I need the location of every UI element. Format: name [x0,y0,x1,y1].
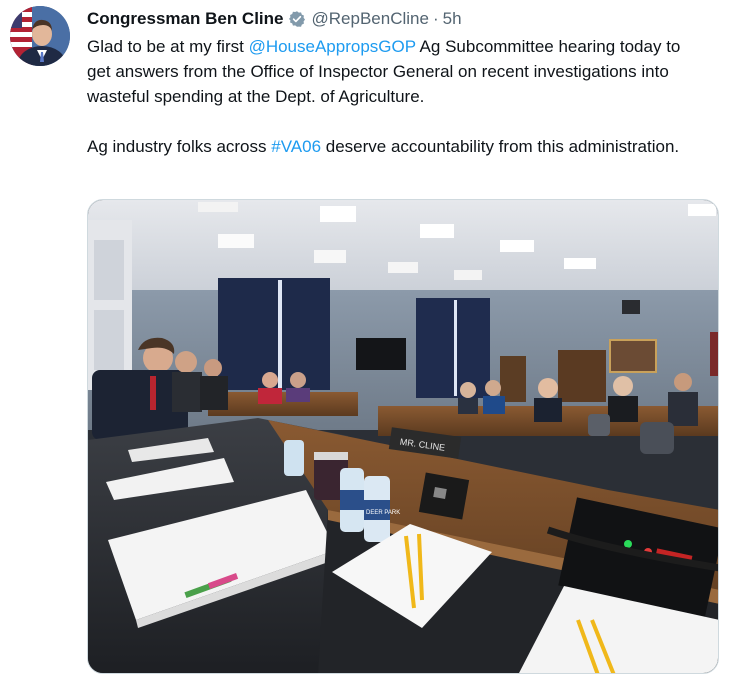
chair [588,414,610,436]
text-segment: deserve accountability from this adminis… [321,137,680,156]
author-handle[interactable]: @RepBenCline [312,8,429,30]
curtain-light [278,280,282,390]
ceiling-light [218,234,254,248]
ceiling-light [320,206,356,222]
text-segment: Ag industry folks across [87,137,272,156]
wall-panel [94,310,124,370]
painting [609,339,657,373]
mic-light-green [624,540,632,548]
ceiling-light [420,224,454,238]
tweet-paragraph-2: Ag industry folks across #VA06 deserve a… [87,134,707,159]
author-name[interactable]: Congressman Ben Cline [87,8,284,30]
mention-link[interactable]: @HouseAppropsGOP [249,37,416,56]
ceiling-light [198,202,238,212]
chair [640,422,674,454]
ceiling-light [388,262,418,273]
tweet-paragraph-1: Glad to be at my first @HouseAppropsGOP … [87,34,707,109]
ceiling-light [564,258,596,269]
bookcase [558,350,606,402]
rear-dais [208,392,358,416]
bookcase [500,356,526,402]
author-avatar[interactable] [10,6,70,66]
tweet-text: Glad to be at my first @HouseAppropsGOP … [87,34,707,159]
ceiling-light [314,250,346,263]
ceiling-light [688,204,716,216]
ceiling-light [454,270,482,280]
verified-badge-icon [288,10,306,28]
tweet-header: Congressman Ben Cline @RepBenCline · 5h [87,8,462,30]
painting [710,332,718,376]
curtain [416,298,490,398]
ceiling-light [500,240,534,252]
tweet[interactable]: Congressman Ben Cline @RepBenCline · 5h … [0,0,732,682]
curtain-light [454,300,457,396]
tweet-timestamp[interactable]: 5h [443,8,462,30]
speaker [622,300,640,314]
hashtag-link[interactable]: #VA06 [271,137,321,156]
wall-monitor [356,338,406,370]
wall-panel [94,240,124,300]
water-bottle-label: DEER PARK [366,510,400,516]
header-separator: · [432,9,439,28]
tweet-photo[interactable]: MR. CLINE DEER PARK [87,199,719,674]
text-segment: Glad to be at my first [87,37,249,56]
water-bottle [284,440,304,476]
photo-ceiling [88,200,718,300]
